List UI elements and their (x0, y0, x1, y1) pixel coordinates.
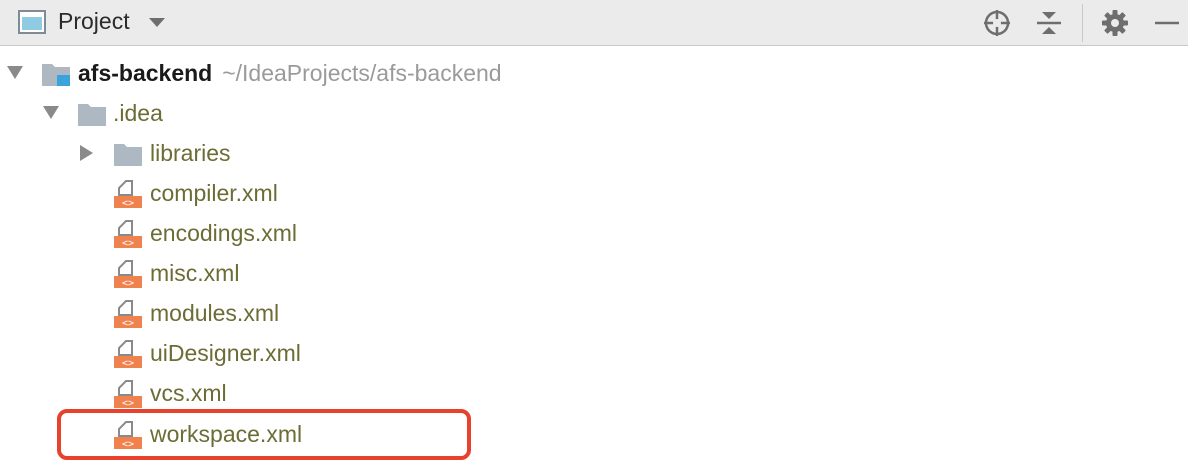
tree-row-file[interactable]: <> modules.xml (0, 293, 1188, 333)
folder-icon (78, 104, 106, 126)
tree-row-file[interactable]: <> misc.xml (0, 253, 1188, 293)
gear-icon[interactable] (1100, 8, 1130, 38)
project-view-icon (18, 10, 46, 34)
svg-text:<>: <> (122, 198, 134, 209)
root-node-label: afs-backend ~/IdeaProjects/afs-backend (78, 60, 502, 87)
xml-file-icon: <> (114, 380, 142, 409)
tree-row-file[interactable]: <> uiDesigner.xml (0, 333, 1188, 373)
svg-text:<>: <> (122, 238, 134, 249)
svg-text:<>: <> (122, 398, 134, 409)
expand-toggle[interactable] (42, 93, 66, 133)
minimize-icon[interactable] (1152, 8, 1182, 38)
toolbar-divider (1082, 4, 1083, 42)
tree-row-file[interactable]: <> vcs.xml (0, 373, 1188, 413)
svg-text:<>: <> (122, 358, 134, 369)
folder-icon (114, 144, 142, 166)
highlight-annotation (57, 409, 471, 460)
xml-file-icon: <> (114, 260, 142, 289)
svg-text:<>: <> (122, 318, 134, 329)
file-label: encodings.xml (150, 220, 298, 246)
module-folder-icon (42, 64, 70, 86)
tree-row-file[interactable]: <> encodings.xml (0, 213, 1188, 253)
locate-icon[interactable] (982, 8, 1012, 38)
tree-row-libraries[interactable]: libraries (0, 133, 1188, 173)
file-label: compiler.xml (150, 180, 278, 206)
chevron-down-icon[interactable] (149, 18, 165, 27)
file-label: uiDesigner.xml (150, 340, 301, 366)
root-path: ~/IdeaProjects/afs-backend (222, 60, 502, 86)
tree-row-file[interactable]: <> compiler.xml (0, 173, 1188, 213)
file-label: misc.xml (150, 260, 240, 286)
project-toolwindow-header: Project (0, 0, 1188, 46)
file-label: modules.xml (150, 300, 280, 326)
svg-text:<>: <> (122, 278, 134, 289)
triangle-right-icon (80, 145, 93, 161)
triangle-down-icon (43, 106, 59, 119)
project-view-title[interactable]: Project (58, 8, 130, 35)
expand-toggle[interactable] (78, 133, 102, 173)
xml-file-icon: <> (114, 340, 142, 369)
tree-row-idea[interactable]: .idea (0, 93, 1188, 133)
xml-file-icon: <> (114, 220, 142, 249)
xml-file-icon: <> (114, 180, 142, 209)
idea-folder-label: .idea (113, 100, 163, 126)
xml-file-icon: <> (114, 300, 142, 329)
file-label: vcs.xml (150, 380, 227, 406)
root-name: afs-backend (78, 60, 213, 86)
tree-row-root[interactable]: afs-backend ~/IdeaProjects/afs-backend (0, 53, 1188, 93)
triangle-down-icon (7, 66, 23, 79)
collapse-all-icon[interactable] (1034, 8, 1064, 38)
expand-toggle[interactable] (6, 53, 30, 93)
libraries-folder-label: libraries (150, 140, 231, 166)
